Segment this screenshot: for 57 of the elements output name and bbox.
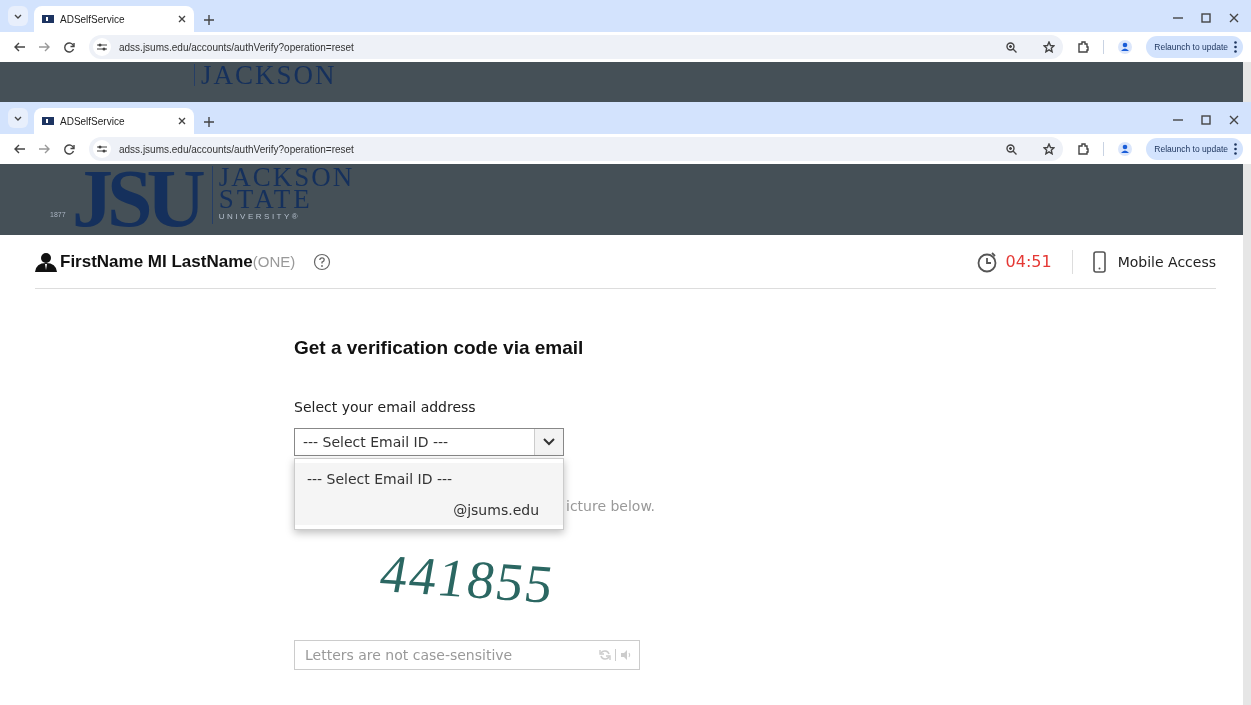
browser-tab[interactable]: ADSelfService	[34, 6, 194, 32]
relaunch-button[interactable]: Relaunch to update	[1146, 36, 1243, 58]
close-icon[interactable]	[178, 15, 186, 23]
relaunch-button[interactable]: Relaunch to update	[1146, 138, 1243, 160]
back-arrow-icon[interactable]	[14, 144, 25, 154]
dropdown-option[interactable]: @jsums.edu	[295, 494, 563, 525]
clock-icon	[975, 250, 998, 273]
scrollbar[interactable]	[1243, 62, 1251, 102]
zoom-icon[interactable]	[1006, 143, 1018, 155]
captcha-text: 441855	[380, 541, 554, 617]
maximize-icon[interactable]	[1201, 115, 1211, 125]
sliders-icon	[97, 145, 107, 153]
favicon-icon	[42, 14, 54, 24]
close-icon[interactable]	[1229, 115, 1239, 125]
close-icon[interactable]	[178, 117, 186, 125]
star-icon[interactable]	[1043, 41, 1056, 53]
puzzle-icon[interactable]	[1077, 143, 1090, 155]
dropdown-option[interactable]: --- Select Email ID ---	[295, 463, 563, 494]
chevron-down-icon	[14, 115, 22, 121]
profile-icon[interactable]	[1118, 142, 1133, 156]
browser-tab[interactable]: ADSelfService	[34, 108, 194, 134]
logo-text: UNIVERSITY®	[218, 211, 302, 223]
plus-icon[interactable]	[204, 117, 214, 127]
tab-title: ADSelfService	[60, 115, 126, 127]
email-select[interactable]: --- Select Email ID ---	[294, 428, 564, 456]
plus-icon[interactable]	[204, 15, 214, 25]
zoom-icon[interactable]	[1006, 41, 1018, 53]
mobile-access-link[interactable]: Mobile Access	[1117, 253, 1216, 270]
favicon-icon	[42, 116, 54, 126]
site-info-button[interactable]	[93, 140, 111, 158]
reload-icon[interactable]	[64, 143, 75, 155]
scrollbar[interactable]	[1243, 164, 1251, 705]
puzzle-icon[interactable]	[1077, 41, 1090, 53]
kebab-menu-icon	[1234, 143, 1237, 155]
forward-arrow-icon[interactable]	[39, 42, 50, 52]
close-icon[interactable]	[1229, 13, 1239, 23]
chevron-down-icon	[14, 13, 22, 19]
captcha-instruction: icture below.	[566, 498, 656, 514]
phone-icon[interactable]	[1092, 250, 1106, 273]
star-icon[interactable]	[1043, 143, 1056, 155]
sliders-icon	[97, 43, 107, 51]
countdown-timer: 04:51	[1005, 252, 1052, 271]
forward-arrow-icon[interactable]	[39, 144, 50, 154]
profile-icon[interactable]	[1118, 40, 1133, 54]
site-info-button[interactable]	[93, 38, 111, 56]
user-name: FirstName MI LastName	[60, 251, 253, 272]
chevron-down-icon	[543, 438, 555, 446]
maximize-icon[interactable]	[1201, 13, 1211, 23]
kebab-menu-icon	[1234, 41, 1237, 53]
field-label: Select your email address	[294, 399, 476, 415]
help-icon[interactable]	[313, 252, 332, 271]
user-domain: (ONE)	[252, 253, 296, 270]
user-icon	[35, 251, 57, 272]
back-arrow-icon[interactable]	[14, 42, 25, 52]
form-heading: Get a verification code via email	[294, 337, 584, 359]
reload-icon[interactable]	[64, 41, 75, 53]
tab-title: ADSelfService	[60, 13, 126, 25]
